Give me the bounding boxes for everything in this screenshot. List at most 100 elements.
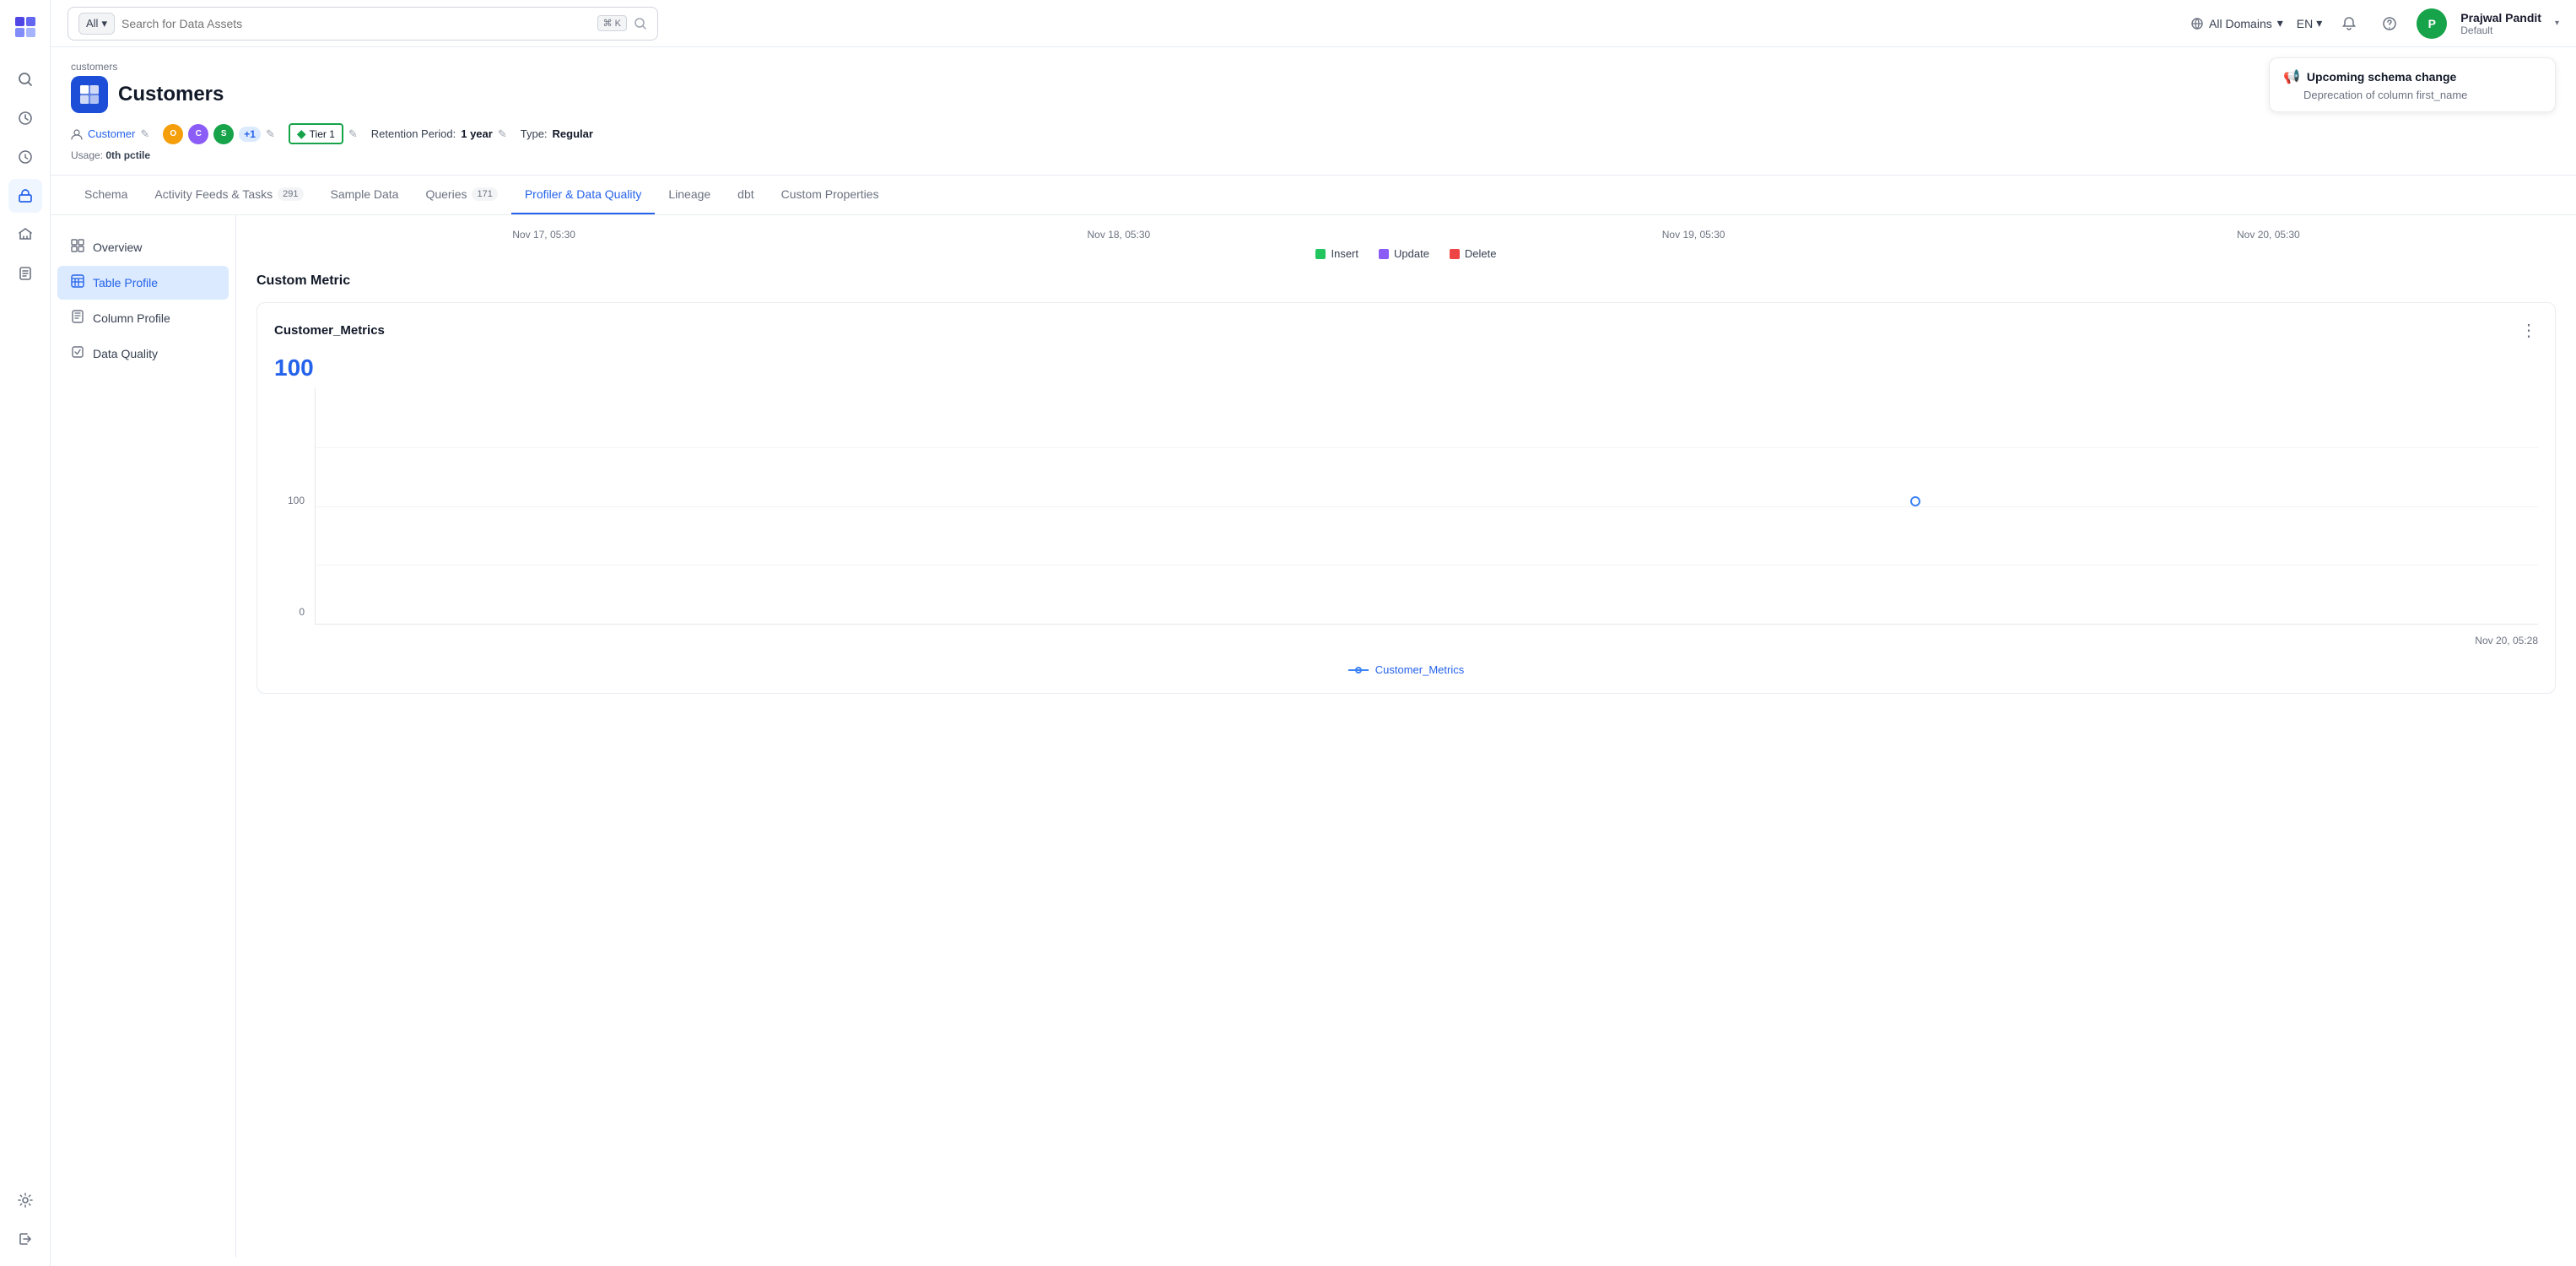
owner-avatar-shailesh: S (213, 124, 234, 144)
xaxis-label-1: Nov 17, 05:30 (512, 229, 575, 241)
sidebar-item-data-quality[interactable]: Data Quality (57, 337, 229, 371)
sidebar-item-column-profile[interactable]: Column Profile (57, 301, 229, 335)
search-all-dropdown[interactable]: All ▾ (78, 13, 115, 35)
column-profile-label: Column Profile (93, 311, 170, 325)
icon-sidebar (0, 0, 51, 1266)
search-bar: All ▾ ⌘ K (68, 7, 658, 41)
owners-edit-icon[interactable]: ✎ (266, 127, 275, 141)
overview-icon (71, 239, 84, 256)
owner-avatar-collatejoe: C (188, 124, 208, 144)
page-content: customers Customers Customer ✎ O C (51, 47, 2576, 1266)
breadcrumb: customers (71, 61, 2556, 73)
tab-sample[interactable]: Sample Data (317, 176, 413, 214)
owner-item: Customer ✎ (71, 127, 149, 141)
chart-legend-footer: Customer_Metrics (274, 653, 2538, 676)
y-axis-bottom: 0 (299, 606, 305, 618)
sidebar-governance-icon[interactable] (8, 179, 42, 213)
tier-edit-icon[interactable]: ✎ (348, 127, 358, 141)
chart-legend-label: Customer_Metrics (1375, 663, 1464, 676)
tab-custom-props[interactable]: Custom Properties (768, 176, 893, 214)
legend-insert: Insert (1315, 247, 1358, 260)
metric-chart: 100 0 (315, 388, 2538, 625)
sidebar-item-table-profile[interactable]: Table Profile (57, 266, 229, 300)
legend-insert-label: Insert (1331, 247, 1358, 260)
sidebar-item-overview[interactable]: Overview (57, 230, 229, 264)
search-shortcut: ⌘ K (597, 15, 627, 31)
tab-schema[interactable]: Schema (71, 176, 141, 214)
tier-badge[interactable]: ◆ Tier 1 (289, 123, 343, 144)
page-header: customers Customers Customer ✎ O C (51, 47, 2576, 176)
custom-metric-section: Custom Metric Customer_Metrics ⋮ 100 (257, 273, 2556, 694)
announcement-banner: 📢 Upcoming schema change Deprecation of … (2269, 57, 2556, 112)
data-quality-icon (71, 345, 84, 362)
owners-list: O C S +1 ✎ (163, 124, 275, 144)
retention-edit-icon[interactable]: ✎ (498, 127, 507, 141)
lang-chevron: ▾ (2316, 16, 2322, 30)
top-nav: All ▾ ⌘ K All Domains ▾ EN ▾ (51, 0, 2576, 47)
user-menu-chevron[interactable]: ▾ (2555, 19, 2559, 28)
usage-row: Usage: 0th pctile (71, 149, 2556, 161)
owner-avatar-openmetadata: O (163, 124, 183, 144)
tab-dbt[interactable]: dbt (724, 176, 767, 214)
sidebar-explore-icon[interactable] (8, 62, 42, 96)
type-item: Type: Regular (521, 127, 593, 140)
xaxis-label-3: Nov 19, 05:30 (1662, 229, 1725, 241)
nav-right: All Domains ▾ EN ▾ P Prajwal Pandit (2190, 8, 2559, 39)
sidebar-settings-icon[interactable] (8, 1183, 42, 1217)
column-profile-icon (71, 310, 84, 327)
queries-badge: 171 (472, 187, 497, 201)
legend-row: Insert Update Delete (257, 247, 2556, 260)
table-icon (71, 76, 108, 113)
notifications-button[interactable] (2336, 10, 2363, 37)
table-profile-icon (71, 274, 84, 291)
search-icon (634, 17, 647, 30)
owner-link[interactable]: Customer (88, 127, 135, 140)
sidebar-insights-icon[interactable] (8, 140, 42, 174)
owner-edit-icon[interactable]: ✎ (140, 127, 149, 141)
page-title-row: Customers (71, 76, 2556, 113)
metric-card-menu[interactable]: ⋮ (2520, 320, 2538, 341)
metric-card-header: Customer_Metrics ⋮ (274, 320, 2538, 341)
legend-insert-dot (1315, 249, 1326, 259)
tab-lineage[interactable]: Lineage (655, 176, 724, 214)
tier-item: ◆ Tier 1 ✎ (289, 123, 358, 144)
grid-line-mid (316, 506, 2538, 507)
data-quality-label: Data Quality (93, 347, 158, 360)
legend-update-label: Update (1394, 247, 1429, 260)
help-button[interactable] (2376, 10, 2403, 37)
xaxis-label-4: Nov 20, 05:30 (2237, 229, 2300, 241)
y-axis-mid: 100 (288, 495, 305, 506)
chart-xaxis-label: Nov 20, 05:28 (2475, 635, 2538, 647)
announcement-title: Upcoming schema change (2307, 70, 2456, 84)
tab-queries[interactable]: Queries 171 (412, 176, 510, 214)
chart-area: Nov 17, 05:30 Nov 18, 05:30 Nov 19, 05:3… (236, 215, 2576, 1258)
announcement-body: Deprecation of column first_name (2283, 89, 2541, 101)
main-content: All ▾ ⌘ K All Domains ▾ EN ▾ (51, 0, 2576, 1266)
app-container: All ▾ ⌘ K All Domains ▾ EN ▾ (0, 0, 2576, 1266)
legend-delete-label: Delete (1465, 247, 1497, 260)
sidebar-logout-icon[interactable] (8, 1222, 42, 1256)
sidebar-search-icon[interactable] (8, 101, 42, 135)
custom-metric-title: Custom Metric (257, 273, 2556, 289)
avatar: P (2417, 8, 2447, 39)
search-all-chevron: ▾ (101, 17, 107, 30)
overview-label: Overview (93, 241, 142, 254)
metric-card-title: Customer_Metrics (274, 323, 385, 338)
logo-icon[interactable] (8, 10, 42, 44)
search-input[interactable] (122, 17, 591, 30)
domain-selector[interactable]: All Domains ▾ (2190, 16, 2283, 30)
tab-profiler[interactable]: Profiler & Data Quality (511, 176, 656, 214)
legend-delete-dot (1450, 249, 1460, 259)
sidebar-book-icon[interactable] (8, 257, 42, 290)
metric-value: 100 (274, 354, 2538, 381)
owners-plus-badge[interactable]: +1 (239, 127, 261, 142)
xaxis-label-2: Nov 18, 05:30 (1088, 229, 1151, 241)
domain-chevron: ▾ (2277, 16, 2283, 30)
tabs-bar: Schema Activity Feeds & Tasks 291 Sample… (51, 176, 2576, 215)
tab-activity[interactable]: Activity Feeds & Tasks 291 (141, 176, 316, 214)
chart-xaxis: Nov 20, 05:28 (274, 631, 2538, 653)
tier-diamond-icon: ◆ (297, 127, 306, 141)
chart-box (315, 388, 2538, 625)
lang-selector[interactable]: EN ▾ (2297, 16, 2322, 30)
sidebar-bank-icon[interactable] (8, 218, 42, 252)
